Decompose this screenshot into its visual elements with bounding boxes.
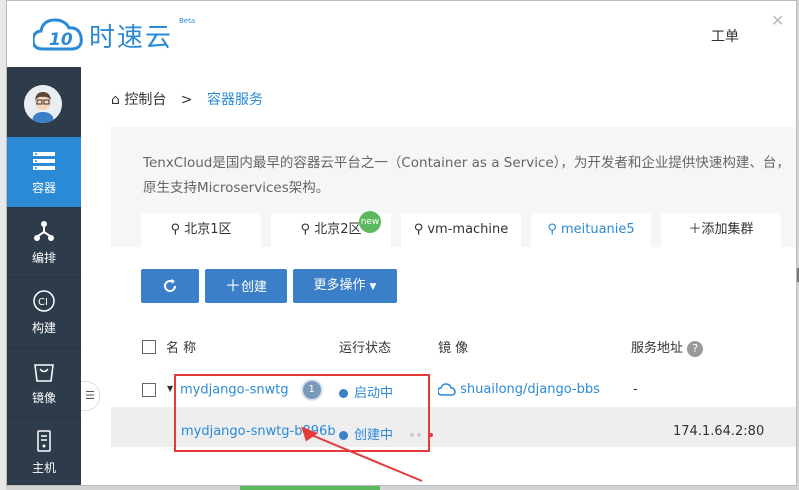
ci-icon: CI	[33, 290, 55, 312]
avatar[interactable]	[24, 85, 62, 123]
image-link[interactable]: shuailong/django-bbs	[437, 382, 600, 397]
location-pin-icon: ⚲	[413, 222, 428, 237]
host-icon	[37, 430, 51, 452]
refresh-icon	[164, 278, 177, 292]
caret-down-icon: ▼	[369, 282, 377, 292]
tab-beijing-1[interactable]: ⚲ 北京1区	[141, 213, 261, 247]
annotation-arrow-icon	[301, 426, 423, 482]
create-button[interactable]: ＋创建	[205, 269, 287, 303]
container-icon	[33, 152, 55, 170]
tab-add-cluster[interactable]: ＋添加集群	[661, 213, 781, 247]
app-window: 10 时速云 Beta 工单 ✕ 容器 编排 CI 构建 镜像 主机 ⌂ 控制台…	[6, 0, 797, 486]
svg-text:CI: CI	[38, 297, 48, 308]
column-header-image: 镜 像	[438, 341, 469, 356]
breadcrumb-current: 容器服务	[206, 92, 263, 108]
logo-text: 时速云	[89, 23, 174, 53]
home-icon[interactable]: ⌂	[111, 92, 120, 108]
sidebar-item-label: 主机	[31, 461, 56, 475]
expand-caret-icon[interactable]: ▼	[167, 384, 173, 393]
tab-vm-machine[interactable]: ⚲ vm-machine	[401, 213, 521, 247]
sidebar-item-container[interactable]: 容器	[7, 137, 81, 208]
column-header-name: 名 称	[166, 341, 197, 356]
plus-icon: ＋	[224, 276, 241, 295]
more-actions-button[interactable]: 更多操作 ▼	[293, 269, 397, 303]
refresh-button[interactable]	[141, 269, 199, 303]
orchestration-icon	[34, 221, 54, 241]
help-icon[interactable]: ?	[687, 341, 704, 357]
close-icon[interactable]: ✕	[771, 11, 784, 30]
column-header-address: 服务地址 ?	[631, 337, 704, 357]
sidebar-item-label: 容器	[31, 181, 56, 195]
beta-label: Beta	[179, 17, 196, 25]
row-checkbox[interactable]	[142, 383, 156, 397]
tab-meituanie5[interactable]: ⚲ meituanie5	[531, 213, 651, 247]
platform-description: TenxCloud是国内最早的容器云平台之一（Container as a Se…	[143, 155, 790, 196]
ticket-link[interactable]: 工单	[711, 26, 739, 46]
sidebar-item-label: 构建	[31, 321, 56, 335]
top-header: 10 时速云 Beta 工单 ✕	[7, 1, 796, 67]
svg-text:10: 10	[49, 30, 73, 50]
sidebar-item-label: 编排	[31, 251, 56, 265]
sidebar-item-host[interactable]: 主机	[7, 417, 81, 485]
service-address: -	[633, 382, 638, 397]
image-icon	[34, 364, 54, 382]
column-header-status: 运行状态	[339, 341, 392, 356]
sidebar-item-label: 镜像	[31, 391, 56, 405]
location-pin-icon: ⚲	[547, 222, 561, 237]
breadcrumb-home[interactable]: 控制台	[124, 92, 166, 108]
select-all-checkbox[interactable]	[142, 340, 156, 354]
sidebar-item-image[interactable]: 镜像	[7, 347, 81, 418]
new-badge: new	[359, 211, 381, 233]
container-address: 174.1.64.2:80	[673, 424, 765, 439]
location-pin-icon: ⚲	[300, 222, 315, 237]
plus-icon: ＋	[688, 222, 702, 237]
sidebar-item-orchestration[interactable]: 编排	[7, 207, 81, 278]
breadcrumb-separator: >	[180, 92, 193, 108]
sidebar: 容器 编排 CI 构建 镜像 主机	[7, 67, 81, 485]
cloud-icon	[437, 383, 456, 396]
sidebar-item-ci[interactable]: CI 构建	[7, 277, 81, 348]
breadcrumb: ⌂ 控制台 > 容器服务	[111, 89, 263, 109]
location-pin-icon: ⚲	[170, 222, 185, 237]
